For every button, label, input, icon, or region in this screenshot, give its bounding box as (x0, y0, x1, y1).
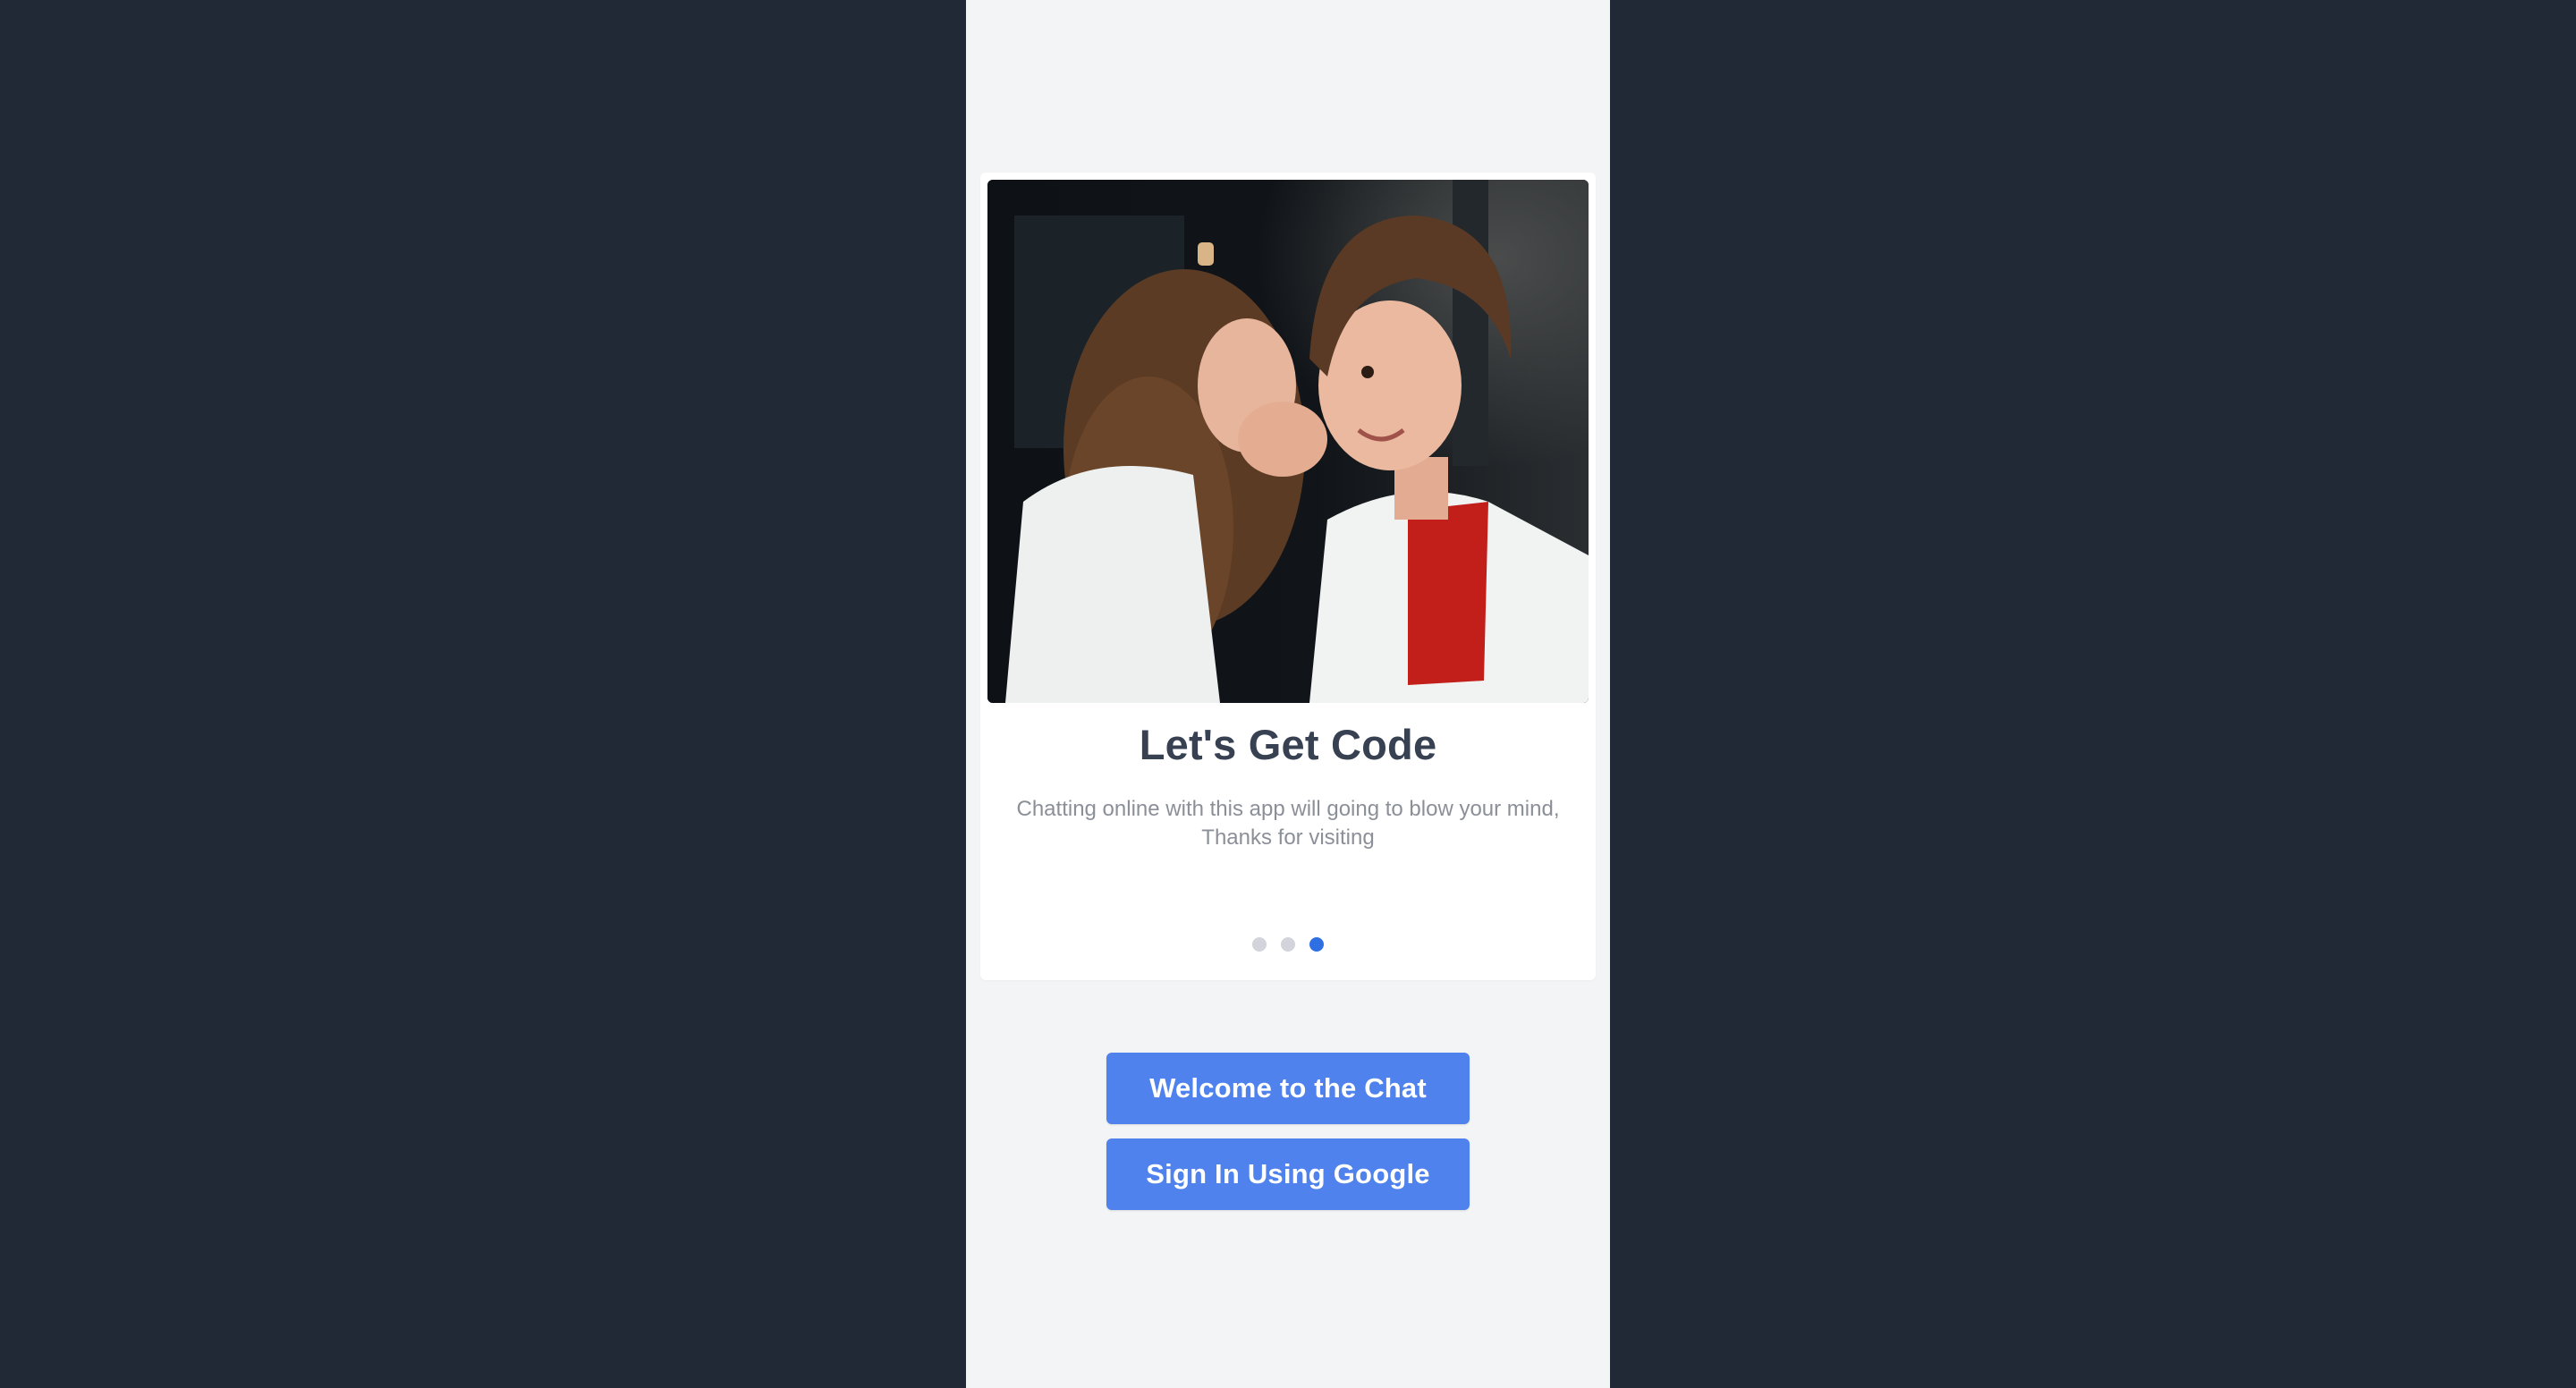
onboarding-carousel: Let's Get Code Chatting online with this… (980, 173, 1596, 980)
pagination-dot-2[interactable] (1281, 937, 1295, 952)
slide-description: Chatting online with this app will going… (1016, 797, 1560, 850)
pagination-dot-1[interactable] (1252, 937, 1267, 952)
welcome-to-chat-button[interactable]: Welcome to the Chat (1106, 1053, 1470, 1124)
mobile-screen: Let's Get Code Chatting online with this… (966, 0, 1610, 1388)
slide-image (987, 180, 1589, 703)
slide-title: Let's Get Code (1139, 721, 1437, 768)
sign-in-google-button[interactable]: Sign In Using Google (1106, 1138, 1470, 1210)
pagination-dot-3-active[interactable] (1309, 937, 1324, 952)
carousel-pagination (980, 937, 1596, 952)
